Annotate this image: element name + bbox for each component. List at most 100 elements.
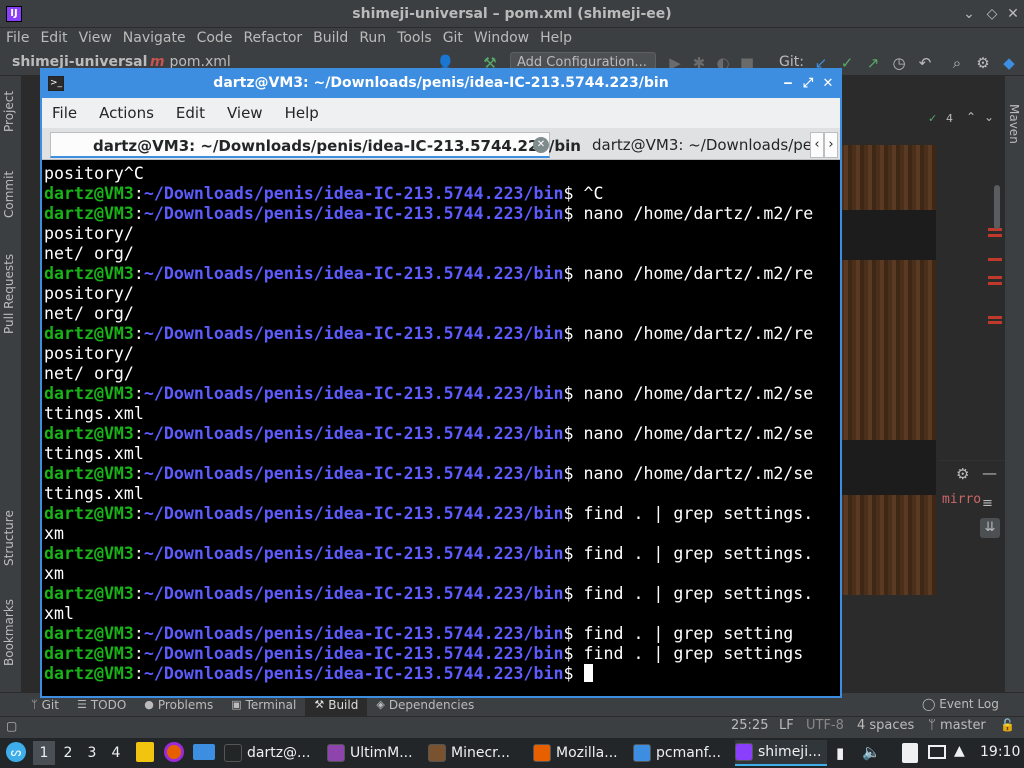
volume-icon[interactable]: 🔈 [862, 743, 881, 761]
error-marker[interactable] [988, 282, 1002, 285]
lock-icon[interactable]: 🔓 [1000, 718, 1015, 732]
terminal-menu-help[interactable]: Help [285, 104, 319, 122]
terminal-menu-view[interactable]: View [227, 104, 263, 122]
tool-window-structure[interactable]: Structure [2, 510, 16, 566]
terminal-menu-edit[interactable]: Edit [176, 104, 205, 122]
menu-navigate[interactable]: Navigate [123, 28, 191, 50]
clipboard-icon[interactable] [902, 743, 918, 763]
taskbar-task[interactable]: UltimM... [327, 740, 424, 766]
menu-help[interactable]: Help [540, 28, 577, 50]
terminal-output[interactable]: pository^C dartz@VM3:~/Downloads/penis/id… [44, 162, 838, 696]
close-icon[interactable]: ✕ [1004, 5, 1022, 23]
terminal-tab-active[interactable]: dartz@VM3: ~/Downloads/penis/idea-IC-213… [50, 132, 581, 158]
ide-window-title: shimeji-universal – pom.xml (shimeji-ee) [352, 6, 672, 22]
minimize-icon[interactable]: ⌄ [960, 5, 978, 23]
chevron-down-icon[interactable]: ⌄ [984, 110, 994, 124]
menu-tools[interactable]: Tools [397, 28, 437, 50]
minimize-icon[interactable]: ‒ [780, 75, 796, 93]
file-manager-icon[interactable] [136, 742, 154, 762]
error-marker[interactable] [988, 321, 1002, 324]
history-icon[interactable]: ◷ [890, 54, 908, 72]
tool-window-bookmarks[interactable]: Bookmarks [2, 599, 16, 666]
taskbar-task[interactable]: shimeji... [735, 740, 827, 766]
menu-run[interactable]: Run [359, 28, 391, 50]
taskbar-task[interactable]: Mozilla... [533, 740, 629, 766]
error-marker[interactable] [988, 234, 1002, 237]
network-icon[interactable] [928, 745, 946, 759]
media-icon[interactable]: ▮ [836, 744, 844, 762]
maximize-icon[interactable]: ◇ [983, 5, 1001, 23]
file-encoding[interactable]: UTF-8 [806, 718, 844, 733]
rollback-icon[interactable]: ↶ [916, 54, 934, 72]
editor-image-gap [840, 440, 936, 495]
line-text: pository/ [44, 224, 134, 243]
terminal-output-line: xm [44, 524, 838, 544]
prompt-path: ~/Downloads/penis/idea-IC-213.5744.223/b… [143, 324, 564, 343]
line-text: find . | grep settings [583, 644, 804, 663]
settings-icon[interactable]: ⚙ [974, 54, 992, 72]
prompt-separator: : [133, 264, 144, 283]
menu-refactor[interactable]: Refactor [243, 28, 307, 50]
tab-label: dartz@VM3: ~/Downloads/penis/idea-IC-213… [93, 137, 581, 155]
git-branch-icon: ᛘ [31, 698, 38, 711]
taskbar-task[interactable]: pcmanf... [633, 740, 731, 766]
line-separator[interactable]: LF [779, 718, 794, 733]
notifications-icon[interactable]: ▲ [954, 743, 965, 759]
menu-build[interactable]: Build [313, 28, 353, 50]
tool-window-pull-requests[interactable]: Pull Requests [2, 254, 16, 334]
maximize-icon[interactable]: ⤢ [800, 75, 816, 93]
show-desktop-icon[interactable] [193, 744, 215, 760]
terminal-titlebar[interactable]: >_ dartz@VM3: ~/Downloads/penis/idea-IC-… [42, 70, 840, 98]
desktop-2[interactable]: 2 [57, 741, 79, 765]
menu-code[interactable]: Code [197, 28, 238, 50]
ide-logo-icon[interactable]: ◆ [1000, 54, 1018, 72]
event-log-button[interactable]: ◯ Event Log [922, 697, 999, 711]
desktop-4[interactable]: 4 [105, 741, 127, 765]
taskbar-task[interactable]: dartz@... [224, 740, 323, 766]
gear-icon[interactable]: ⚙ [956, 465, 969, 483]
soft-wrap-icon[interactable]: ≡ [982, 496, 993, 511]
menu-edit[interactable]: Edit [40, 28, 72, 50]
firefox-icon[interactable] [164, 742, 184, 762]
menu-git[interactable]: Git [443, 28, 468, 50]
left-tool-strip: Project Commit Pull Requests Structure B… [0, 76, 22, 692]
clock[interactable]: 19:10 [980, 744, 1020, 760]
git-branch[interactable]: ᛘ master [928, 718, 986, 733]
layout-icon[interactable]: ▢ [6, 719, 17, 733]
menu-view[interactable]: View [79, 28, 117, 50]
app-launcher-icon[interactable]: ᔕ [6, 742, 26, 762]
line-text: xml [44, 604, 74, 623]
editor-scrollbar[interactable] [994, 185, 1000, 229]
terminal-output-line: net/ org/ [44, 364, 838, 384]
search-icon[interactable]: ⌕ [948, 54, 966, 72]
tab-close-icon[interactable]: ✕ [533, 137, 549, 153]
terminal-menu-file[interactable]: File [52, 104, 77, 122]
chevron-up-icon[interactable]: ⌃ [966, 110, 976, 124]
tool-window-maven[interactable]: Maven [1007, 104, 1021, 144]
indent-setting[interactable]: 4 spaces [857, 718, 914, 733]
terminal-tab[interactable]: dartz@VM3: ~/Downloads/penis/idea-IC-213… [592, 136, 810, 154]
git-push-icon[interactable]: ↗ [864, 54, 882, 72]
terminal-menu-actions[interactable]: Actions [99, 104, 154, 122]
prompt-path: ~/Downloads/penis/idea-IC-213.5744.223/b… [143, 264, 564, 283]
tool-window-project[interactable]: Project [2, 91, 16, 132]
prompt-path: ~/Downloads/penis/idea-IC-213.5744.223/b… [143, 664, 564, 683]
caret-position[interactable]: 25:25 [731, 718, 768, 733]
tool-window-commit[interactable]: Commit [2, 171, 16, 218]
terminal-command-line: dartz@VM3:~/Downloads/penis/idea-IC-213.… [44, 624, 838, 644]
taskbar-task[interactable]: Minecr... [428, 740, 529, 766]
chevron-right-icon[interactable]: › [824, 132, 838, 158]
menu-file[interactable]: File [6, 28, 34, 50]
line-text: nano /home/dartz/.m2/se [583, 424, 814, 443]
chevron-left-icon[interactable]: ‹ [810, 132, 824, 158]
error-marker[interactable] [988, 258, 1002, 261]
hide-panel-icon[interactable]: — [982, 464, 997, 482]
close-icon[interactable]: ✕ [820, 75, 836, 93]
scroll-to-end-icon[interactable]: ⇊ [980, 518, 1000, 538]
error-marker[interactable] [988, 276, 1002, 279]
desktop-1[interactable]: 1 [33, 741, 55, 765]
text-cursor [583, 664, 593, 682]
desktop-3[interactable]: 3 [81, 741, 103, 765]
menu-window[interactable]: Window [474, 28, 534, 50]
error-marker[interactable] [988, 316, 1002, 319]
